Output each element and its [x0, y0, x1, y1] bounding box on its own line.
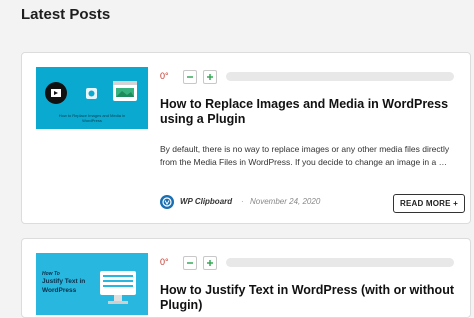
wp-clipboard-logo-icon: [160, 195, 174, 209]
vote-down-button[interactable]: [183, 70, 197, 84]
minus-icon: [187, 262, 193, 264]
post-author-link[interactable]: WP Clipboard: [180, 197, 232, 206]
vote-down-button[interactable]: [183, 256, 197, 270]
section-title: Latest Posts: [21, 6, 111, 23]
thumbnail-caption: How to Replace Images and Media in WordP…: [58, 113, 126, 123]
read-more-button[interactable]: READ MORE +: [393, 194, 465, 213]
post-thumbnail[interactable]: How to Replace Images and Media in WordP…: [36, 67, 148, 129]
post-title-link[interactable]: How to Justify Text in WordPress (with o…: [160, 283, 465, 313]
meta-separator: ·: [241, 197, 244, 206]
post-date: November 24, 2020: [250, 197, 321, 206]
vote-progress-bar: [226, 258, 454, 267]
vote-progress-bar: [226, 72, 454, 81]
vote-count: 0°: [160, 257, 169, 267]
vote-up-button[interactable]: [203, 256, 217, 270]
post-meta: WP Clipboard · November 24, 2020 READ MO…: [160, 194, 465, 213]
post-card: How To Justify Text in WordPress 0° How …: [21, 238, 471, 318]
vote-count: 0°: [160, 71, 169, 81]
thumbnail-caption-line1: How To: [42, 271, 60, 277]
plus-icon: [207, 74, 213, 80]
vote-up-button[interactable]: [203, 70, 217, 84]
post-card: How to Replace Images and Media in WordP…: [21, 52, 471, 224]
vote-widget: 0°: [160, 69, 454, 87]
post-excerpt: By default, there is no way to replace i…: [160, 144, 450, 167]
minus-icon: [187, 76, 193, 78]
thumbnail-caption-line2: Justify Text in: [42, 278, 86, 285]
vote-widget: 0°: [160, 255, 454, 273]
plus-icon: [207, 260, 213, 266]
post-title-link[interactable]: How to Replace Images and Media in WordP…: [160, 97, 465, 127]
thumbnail-illustration: [100, 271, 136, 304]
post-thumbnail[interactable]: How To Justify Text in WordPress: [36, 253, 148, 315]
thumbnail-caption-line3: WordPress: [42, 287, 77, 294]
